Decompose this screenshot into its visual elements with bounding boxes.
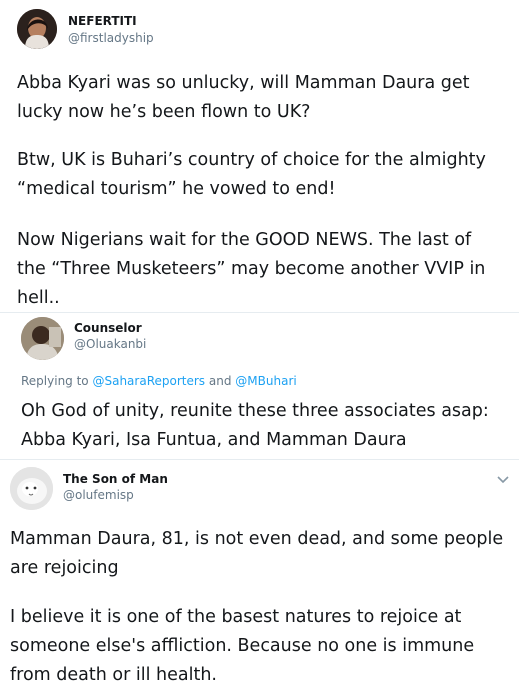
tweet-nefertiti: NEFERTITI @firstladyship Abba Kyari was … (0, 0, 519, 312)
avatar-image (21, 317, 64, 360)
author-handle[interactable]: @firstladyship (68, 31, 154, 45)
avatar[interactable] (17, 9, 57, 49)
author-name[interactable]: The Son of Man (63, 472, 168, 486)
mention-link[interactable]: @MBuhari (235, 374, 296, 388)
author-handle[interactable]: @olufemisp (63, 488, 134, 502)
tweet-text-paragraph: Mamman Daura, 81, is not even dead, and … (10, 529, 504, 578)
author-handle[interactable]: @Oluakanbi (74, 337, 146, 351)
tweet-son-of-man: The Son of Man @olufemisp Mamman Daura, … (0, 460, 519, 688)
avatar[interactable] (21, 317, 64, 360)
avatar-image (17, 9, 57, 49)
mention-link[interactable]: @SaharaReporters (92, 374, 205, 388)
avatar[interactable] (10, 467, 53, 510)
avatar-image (10, 467, 53, 510)
tweet-text-paragraph: Abba Kyari was so unlucky, will Mamman D… (17, 73, 470, 122)
replying-to: Replying to @SaharaReporters and @MBuhar… (21, 374, 297, 388)
chevron-down-icon[interactable] (497, 476, 509, 484)
tweet-text-paragraph: Btw, UK is Buhari’s country of choice fo… (17, 150, 486, 199)
tweet-text-paragraph: I believe it is one of the basest nature… (10, 607, 475, 685)
tweet-text-paragraph: Now Nigerians wait for the GOOD NEWS. Th… (17, 230, 486, 308)
replying-and: and (208, 374, 232, 388)
author-name[interactable]: NEFERTITI (68, 14, 137, 28)
tweet-counselor: Counselor @Oluakanbi Replying to @Sahara… (0, 313, 519, 459)
tweet-text: Oh God of unity, reunite these three ass… (21, 401, 489, 450)
author-name[interactable]: Counselor (74, 321, 142, 335)
replying-prefix: Replying to (21, 374, 89, 388)
